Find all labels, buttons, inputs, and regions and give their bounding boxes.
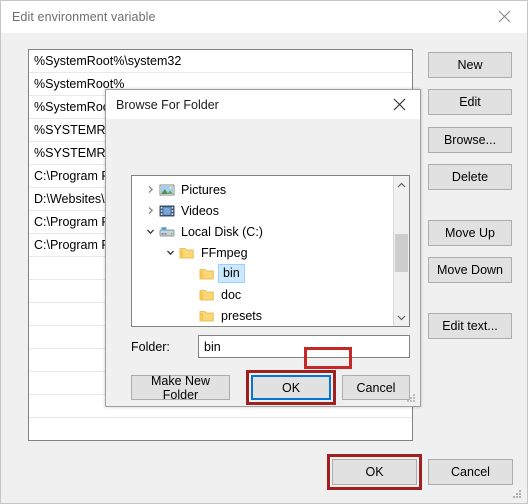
- tree-item-label: bin: [218, 264, 245, 283]
- tree-item[interactable]: FFmpeg: [132, 242, 394, 263]
- browse-dialog-title: Browse For Folder: [116, 97, 219, 112]
- close-icon: [498, 10, 511, 23]
- browse-dialog-titlebar: Browse For Folder: [106, 90, 420, 120]
- pictures-icon: [158, 183, 176, 197]
- path-list-empty-row[interactable]: [29, 418, 412, 440]
- folder-tree-panel[interactable]: Pictures Videos Local Disk (C:) FFmpeg bin do…: [131, 175, 410, 327]
- scroll-down-button[interactable]: [394, 309, 409, 326]
- resize-grip-icon: [407, 394, 415, 402]
- tree-item-label: presets: [221, 308, 262, 323]
- delete-button[interactable]: Delete: [428, 164, 512, 190]
- browse-for-folder-dialog: Browse For Folder Pictures Videos Local Di…: [105, 89, 421, 407]
- folder-icon: [198, 309, 216, 323]
- make-new-folder-button[interactable]: Make New Folder: [131, 374, 230, 402]
- chevron-up-icon: [397, 182, 406, 187]
- folder-icon: [198, 288, 216, 302]
- folder-tree[interactable]: Pictures Videos Local Disk (C:) FFmpeg bin do…: [132, 176, 394, 326]
- tree-expander[interactable]: [142, 206, 158, 215]
- tree-item-label: Local Disk (C:): [181, 224, 263, 239]
- browse-button[interactable]: Browse...: [428, 127, 512, 153]
- ok-button[interactable]: OK: [332, 459, 417, 485]
- folder-name-input[interactable]: [198, 335, 410, 358]
- tree-item-label: doc: [221, 287, 242, 302]
- tree-item[interactable]: Videos: [132, 200, 394, 221]
- new-button[interactable]: New: [428, 52, 512, 78]
- move-up-button[interactable]: Move Up: [428, 220, 512, 246]
- tree-item-partial[interactable]: [132, 326, 394, 327]
- close-button[interactable]: [482, 1, 527, 32]
- tree-item[interactable]: doc: [132, 284, 394, 305]
- window-title: Edit environment variable: [12, 10, 156, 24]
- move-down-button[interactable]: Move Down: [428, 257, 512, 283]
- folder-icon: [178, 246, 196, 260]
- edit-button[interactable]: Edit: [428, 89, 512, 115]
- tree-expander[interactable]: [142, 227, 158, 236]
- drive-icon: [158, 225, 176, 239]
- videos-icon: [158, 204, 176, 218]
- close-icon: [393, 98, 405, 111]
- tree-scrollbar[interactable]: [393, 176, 409, 326]
- tree-item-label: FFmpeg: [201, 245, 248, 260]
- scrollbar-thumb[interactable]: [395, 234, 408, 272]
- chevron-down-icon: [146, 229, 154, 235]
- tree-item[interactable]: presets: [132, 305, 394, 326]
- cancel-button[interactable]: Cancel: [428, 459, 513, 485]
- tree-item[interactable]: Pictures: [132, 179, 394, 200]
- resize-grip-icon: [513, 490, 521, 498]
- tree-item-label: Pictures: [181, 182, 227, 197]
- chevron-down-icon: [397, 315, 406, 320]
- chevron-right-icon: [148, 186, 153, 193]
- window-titlebar: Edit environment variable: [1, 1, 527, 33]
- chevron-down-icon: [166, 250, 174, 256]
- scroll-up-button[interactable]: [394, 176, 409, 193]
- edit-text-button[interactable]: Edit text...: [428, 313, 512, 339]
- tree-item[interactable]: Local Disk (C:): [132, 221, 394, 242]
- browse-cancel-button[interactable]: Cancel: [342, 375, 410, 400]
- folder-field-label: Folder:: [131, 340, 170, 354]
- tree-expander[interactable]: [142, 185, 158, 194]
- tree-item-label: Videos: [181, 203, 219, 218]
- chevron-right-icon: [148, 207, 153, 214]
- path-list-item[interactable]: %SystemRoot%\system32: [29, 50, 412, 73]
- tree-expander[interactable]: [162, 248, 178, 257]
- tree-item[interactable]: bin: [132, 263, 394, 284]
- browse-close-button[interactable]: [378, 90, 420, 119]
- browse-ok-button[interactable]: OK: [251, 375, 331, 400]
- folder-icon: [198, 267, 216, 281]
